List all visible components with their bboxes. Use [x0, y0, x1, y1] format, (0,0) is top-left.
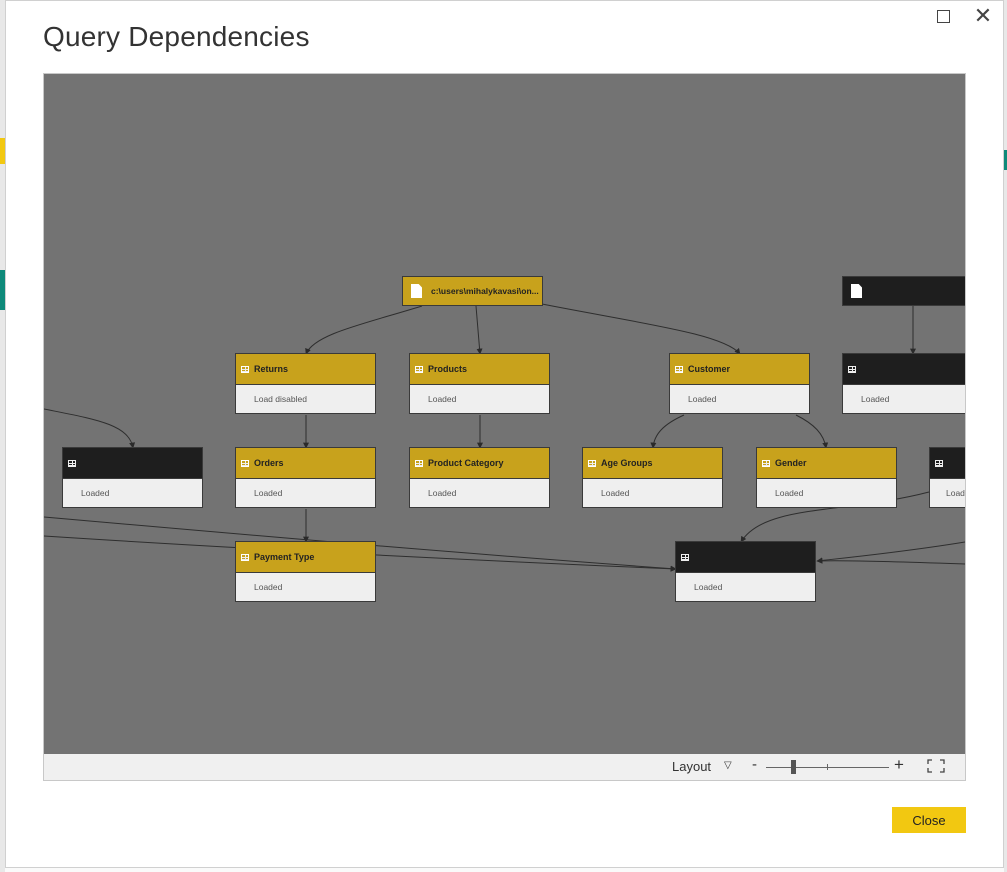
table-icon: [935, 459, 943, 467]
dependency-canvas[interactable]: c:\users\mihalykavasi\on... Returns Load…: [44, 74, 965, 754]
table-icon: [68, 459, 76, 467]
file-icon: [851, 284, 862, 298]
dependency-view: c:\users\mihalykavasi\on... Returns Load…: [43, 73, 966, 781]
node-status: Loaded: [670, 385, 809, 413]
close-button[interactable]: Close: [892, 807, 966, 833]
node-status: Load disabled: [236, 385, 375, 413]
hidden-source-file-node[interactable]: [842, 276, 965, 306]
node-status: Loaded: [236, 479, 375, 507]
table-icon: [675, 365, 683, 373]
node-header: Products: [410, 354, 549, 385]
query-node-products[interactable]: Products Loaded: [409, 353, 550, 414]
query-node-product-category[interactable]: Product Category Loaded: [409, 447, 550, 508]
node-status: Loaded: [676, 573, 815, 601]
query-node-age-groups[interactable]: Age Groups Loaded: [582, 447, 723, 508]
node-header: Customer: [670, 354, 809, 385]
table-icon: [241, 365, 249, 373]
node-name: Gender: [775, 458, 807, 468]
table-icon: [415, 459, 423, 467]
query-node-hidden-center[interactable]: Loaded: [675, 541, 816, 602]
node-name: Orders: [254, 458, 284, 468]
query-node-gender[interactable]: Gender Loaded: [756, 447, 897, 508]
dependency-edges: [44, 303, 965, 572]
node-header: Gender: [757, 448, 896, 479]
query-node-hidden-edge[interactable]: Load: [929, 447, 965, 508]
node-header: Returns: [236, 354, 375, 385]
close-icon: ✕: [973, 3, 993, 28]
query-node-orders[interactable]: Orders Loaded: [235, 447, 376, 508]
maximize-icon: [936, 9, 950, 23]
close-window-button[interactable]: ✕: [972, 3, 994, 28]
source-file-node[interactable]: c:\users\mihalykavasi\on...: [402, 276, 543, 306]
query-node-payment-type[interactable]: Payment Type Loaded: [235, 541, 376, 602]
node-header: Product Category: [410, 448, 549, 479]
query-node-hidden-left[interactable]: Loaded: [62, 447, 203, 508]
table-icon: [241, 459, 249, 467]
node-header: Age Groups: [583, 448, 722, 479]
zoom-slider-tick: [827, 764, 828, 770]
query-node-customer[interactable]: Customer Loaded: [669, 353, 810, 414]
node-name: Products: [428, 364, 468, 374]
layout-dropdown-label[interactable]: Layout: [672, 759, 711, 774]
file-icon: [411, 284, 422, 298]
node-header: [843, 354, 965, 385]
maximize-button[interactable]: [932, 5, 954, 27]
table-icon: [762, 459, 770, 467]
table-icon: [848, 365, 856, 373]
node-status: Loaded: [236, 573, 375, 601]
query-node-hidden-right[interactable]: Loaded: [842, 353, 965, 414]
zoom-in-button[interactable]: +: [894, 755, 904, 775]
chevron-down-icon[interactable]: ▽: [724, 760, 732, 771]
canvas-toolbar: Layout ▽ - +: [44, 754, 965, 780]
table-icon: [415, 365, 423, 373]
query-dependencies-dialog: ✕ Query Dependencies c:\users\mihalykava…: [5, 0, 1004, 868]
node-name: Product Category: [428, 458, 504, 468]
node-status: Loaded: [583, 479, 722, 507]
table-icon: [241, 553, 249, 561]
zoom-out-button[interactable]: -: [752, 756, 757, 773]
node-header: Orders: [236, 448, 375, 479]
node-status: Loaded: [410, 479, 549, 507]
table-icon: [681, 553, 689, 561]
node-header: Payment Type: [236, 542, 375, 573]
fit-to-screen-icon[interactable]: [927, 759, 945, 773]
zoom-slider-thumb[interactable]: [791, 760, 796, 774]
node-header: [930, 448, 965, 479]
query-node-returns[interactable]: Returns Load disabled: [235, 353, 376, 414]
node-name: Customer: [688, 364, 731, 374]
dialog-title: Query Dependencies: [43, 21, 310, 52]
node-name: Returns: [254, 364, 289, 374]
node-name: Age Groups: [601, 458, 653, 468]
table-icon: [588, 459, 596, 467]
node-status: Load: [930, 479, 965, 507]
node-status: Loaded: [410, 385, 549, 413]
node-header: [676, 542, 815, 573]
node-header: [63, 448, 202, 479]
node-status: Loaded: [757, 479, 896, 507]
node-name: Payment Type: [254, 552, 315, 562]
node-status: Loaded: [63, 479, 202, 507]
node-status: Loaded: [843, 385, 965, 413]
source-file-path: c:\users\mihalykavasi\on...: [431, 286, 539, 296]
